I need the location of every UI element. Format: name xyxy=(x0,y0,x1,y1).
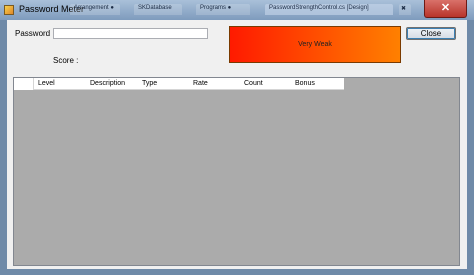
app-icon xyxy=(4,5,14,15)
strength-indicator: Very Weak xyxy=(229,26,401,63)
row-header-corner xyxy=(14,78,34,90)
close-button[interactable]: Close xyxy=(406,27,456,40)
score-label: Score : xyxy=(53,56,79,65)
column-header-type[interactable]: Type xyxy=(142,80,157,87)
password-label: Password xyxy=(15,29,51,38)
password-input[interactable] xyxy=(53,28,208,39)
window-client: Password Score : Very Weak Close Level D… xyxy=(7,20,467,269)
title-bar: Password Meter Arrangement ● SKDatabase … xyxy=(0,0,474,20)
background-tab-2[interactable]: SKDatabase xyxy=(134,4,182,15)
column-header-rate[interactable]: Rate xyxy=(193,80,208,87)
strength-text: Very Weak xyxy=(298,41,332,48)
column-header-level[interactable]: Level xyxy=(38,80,55,87)
column-header-count[interactable]: Count xyxy=(244,80,263,87)
column-header-description[interactable]: Description xyxy=(90,80,125,87)
column-header-bonus[interactable]: Bonus xyxy=(295,80,315,87)
background-tab-1[interactable]: Arrangement ● xyxy=(70,4,120,15)
background-tab-4[interactable]: PasswordStrengthControl.cs [Design] xyxy=(265,4,393,15)
window-close-button[interactable]: ✕ xyxy=(424,0,467,18)
background-tab-3[interactable]: Programs ● xyxy=(196,4,250,15)
score-grid[interactable]: Level Description Type Rate Count Bonus xyxy=(13,77,460,266)
tab-close-icon[interactable]: ✖ xyxy=(399,4,411,15)
grid-header: Level Description Type Rate Count Bonus xyxy=(14,78,344,90)
